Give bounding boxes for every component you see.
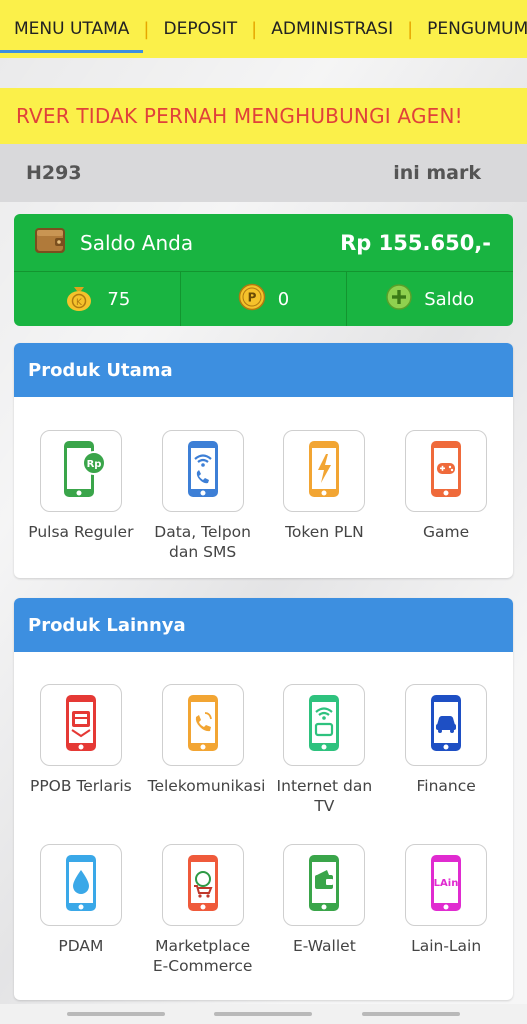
announcement-text: RVER TIDAK PERNAH MENGHUBUNGI AGEN! bbox=[16, 104, 463, 128]
product-telekomunikasi[interactable]: Telekomunikasi bbox=[142, 684, 266, 816]
product-game[interactable]: Game bbox=[385, 430, 507, 562]
produk-lainnya-header: Produk Lainnya bbox=[14, 598, 513, 652]
svg-text:Rp: Rp bbox=[86, 459, 101, 470]
product-label: Internet dan TV bbox=[276, 777, 373, 815]
pulsa-icon: Rp bbox=[56, 439, 106, 503]
ppob-icon bbox=[61, 693, 101, 757]
add-saldo-button[interactable]: Saldo bbox=[347, 272, 513, 326]
product-icon-box bbox=[39, 684, 122, 766]
coin-bag-icon: K bbox=[63, 281, 95, 318]
nav-handle[interactable] bbox=[67, 1012, 165, 1016]
svg-text:LAin: LAin bbox=[434, 878, 459, 889]
tab-menu-utama[interactable]: MENU UTAMA bbox=[0, 0, 144, 58]
poin-count: 0 bbox=[277, 288, 290, 310]
game-icon bbox=[426, 439, 466, 503]
produk-utama-grid: Rp Pulsa Reguler Data, Telpon dan SMS To… bbox=[14, 397, 513, 562]
product-pdam[interactable]: PDAM bbox=[20, 844, 142, 976]
product-label: PPOB Terlaris bbox=[29, 777, 132, 795]
product-icon-box bbox=[161, 684, 244, 766]
user-id: H293 bbox=[26, 162, 82, 184]
product-token-pln[interactable]: Token PLN bbox=[264, 430, 386, 562]
plus-circle-icon bbox=[386, 283, 412, 315]
product-icon-box bbox=[161, 430, 244, 512]
product-data-telpon-sms[interactable]: Data, Telpon dan SMS bbox=[142, 430, 264, 562]
product-label: Telekomunikasi bbox=[147, 777, 266, 795]
marketplace-icon bbox=[183, 853, 223, 917]
saldo-label: Saldo Anda bbox=[80, 230, 194, 255]
product-label: Lain-Lain bbox=[411, 937, 482, 955]
system-nav-bar bbox=[0, 1004, 527, 1024]
user-name: ini mark bbox=[393, 162, 481, 184]
product-label: Game bbox=[423, 523, 470, 541]
user-bar: H293 ini mark bbox=[0, 144, 527, 202]
product-icon-box bbox=[405, 430, 488, 512]
tab-deposit[interactable]: DEPOSIT bbox=[149, 0, 251, 58]
add-saldo-label: Saldo bbox=[424, 288, 475, 310]
ewallet-icon bbox=[304, 853, 344, 917]
produk-lainnya-title: Produk Lainnya bbox=[28, 614, 186, 636]
product-pulsa-reguler[interactable]: Rp Pulsa Reguler bbox=[20, 430, 142, 562]
tab-administrasi[interactable]: ADMINISTRASI bbox=[257, 0, 407, 58]
koin-button[interactable]: K 75 bbox=[14, 272, 181, 326]
announcement-marquee: RVER TIDAK PERNAH MENGHUBUNGI AGEN! bbox=[0, 88, 527, 144]
product-finance[interactable]: Finance bbox=[385, 684, 507, 816]
product-lain-lain[interactable]: LAin Lain-Lain bbox=[385, 844, 507, 976]
saldo-actions: K 75 P 0 Saldo bbox=[14, 272, 513, 326]
product-label: Marketplace E-Commerce bbox=[152, 937, 253, 975]
produk-utama-header: Produk Utama bbox=[14, 343, 513, 397]
lain-icon: LAin bbox=[426, 853, 466, 917]
product-label: Token PLN bbox=[285, 523, 364, 541]
product-marketplace[interactable]: Marketplace E-Commerce bbox=[142, 844, 264, 976]
product-icon-box bbox=[39, 844, 122, 926]
poin-coin-icon: P bbox=[238, 283, 266, 316]
svg-text:P: P bbox=[247, 290, 256, 304]
product-icon-box bbox=[405, 684, 488, 766]
internet-icon bbox=[304, 693, 344, 757]
product-label: Finance bbox=[416, 777, 476, 795]
finance-icon bbox=[426, 693, 466, 757]
tab-pengumuman[interactable]: PENGUMUMAN bbox=[413, 0, 527, 58]
product-label: PDAM bbox=[58, 937, 104, 955]
pdam-icon bbox=[61, 853, 101, 917]
top-tab-bar: MENU UTAMA | DEPOSIT | ADMINISTRASI | PE… bbox=[0, 0, 527, 58]
saldo-card: Saldo Anda Rp 155.650,- K 75 P 0 Saldo bbox=[14, 214, 513, 326]
product-icon-box bbox=[161, 844, 244, 926]
nav-handle[interactable] bbox=[362, 1012, 460, 1016]
product-label: Pulsa Reguler bbox=[28, 523, 134, 541]
product-ppob-terlaris[interactable]: PPOB Terlaris bbox=[20, 684, 142, 816]
product-icon-box: LAin bbox=[405, 844, 488, 926]
koin-count: 75 bbox=[107, 288, 131, 310]
product-internet-tv[interactable]: Internet dan TV bbox=[264, 684, 386, 816]
nav-handle[interactable] bbox=[214, 1012, 312, 1016]
product-ewallet[interactable]: E-Wallet bbox=[264, 844, 386, 976]
product-icon-box bbox=[283, 430, 366, 512]
saldo-header: Saldo Anda Rp 155.650,- bbox=[14, 214, 513, 272]
product-icon-box bbox=[283, 844, 366, 926]
data-icon bbox=[183, 439, 223, 503]
telekom-icon bbox=[183, 693, 223, 757]
produk-utama-card: Produk Utama Rp Pulsa Reguler Data, Telp… bbox=[14, 343, 513, 578]
produk-utama-title: Produk Utama bbox=[28, 359, 173, 381]
produk-lainnya-card: Produk Lainnya PPOB Terlaris Telekomunik… bbox=[14, 598, 513, 1000]
saldo-amount: Rp 155.650,- bbox=[340, 230, 491, 255]
produk-lainnya-grid: PPOB Terlaris Telekomunikasi Internet da… bbox=[14, 652, 513, 976]
product-label: Data, Telpon dan SMS bbox=[154, 523, 251, 561]
product-icon-box: Rp bbox=[39, 430, 122, 512]
token-icon bbox=[304, 439, 344, 503]
product-label: E-Wallet bbox=[292, 937, 356, 955]
product-icon-box bbox=[283, 684, 366, 766]
poin-button[interactable]: P 0 bbox=[181, 272, 348, 326]
wallet-icon bbox=[34, 225, 66, 260]
